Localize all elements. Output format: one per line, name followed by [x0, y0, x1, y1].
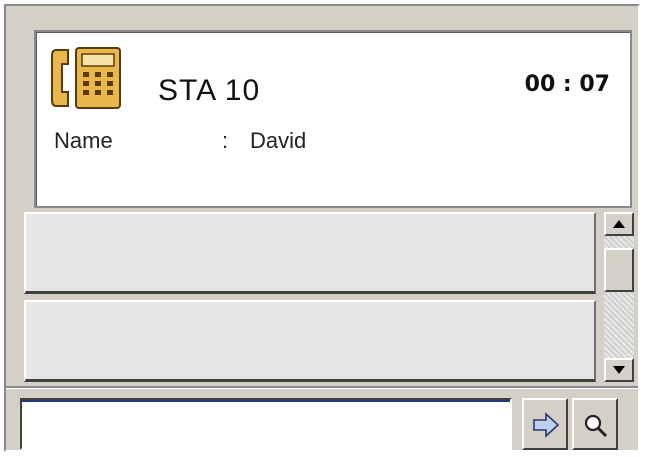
call-list-row[interactable] [24, 300, 596, 382]
call-list [24, 212, 596, 388]
scroll-down-button[interactable] [604, 358, 634, 382]
call-list-scrollbar[interactable] [604, 212, 634, 382]
call-timer: 00 : 07 [524, 72, 610, 97]
search-button[interactable] [572, 398, 618, 450]
caller-name-separator: : [222, 128, 229, 153]
caller-name-label: Name [54, 128, 113, 153]
dial-input[interactable] [20, 398, 512, 450]
phone-console-window: STA 10 00 : 07 Name : David [4, 4, 640, 452]
telephone-handset-icon [50, 46, 126, 112]
station-number: STA 10 [158, 74, 261, 107]
active-call-panel: STA 10 00 : 07 Name : David [34, 30, 632, 208]
scroll-up-button[interactable] [604, 212, 634, 236]
caller-name-value: David [250, 128, 307, 153]
scroll-thumb[interactable] [604, 248, 634, 292]
bottom-divider [6, 386, 638, 389]
call-list-row[interactable] [24, 212, 596, 294]
go-button[interactable] [522, 398, 568, 450]
